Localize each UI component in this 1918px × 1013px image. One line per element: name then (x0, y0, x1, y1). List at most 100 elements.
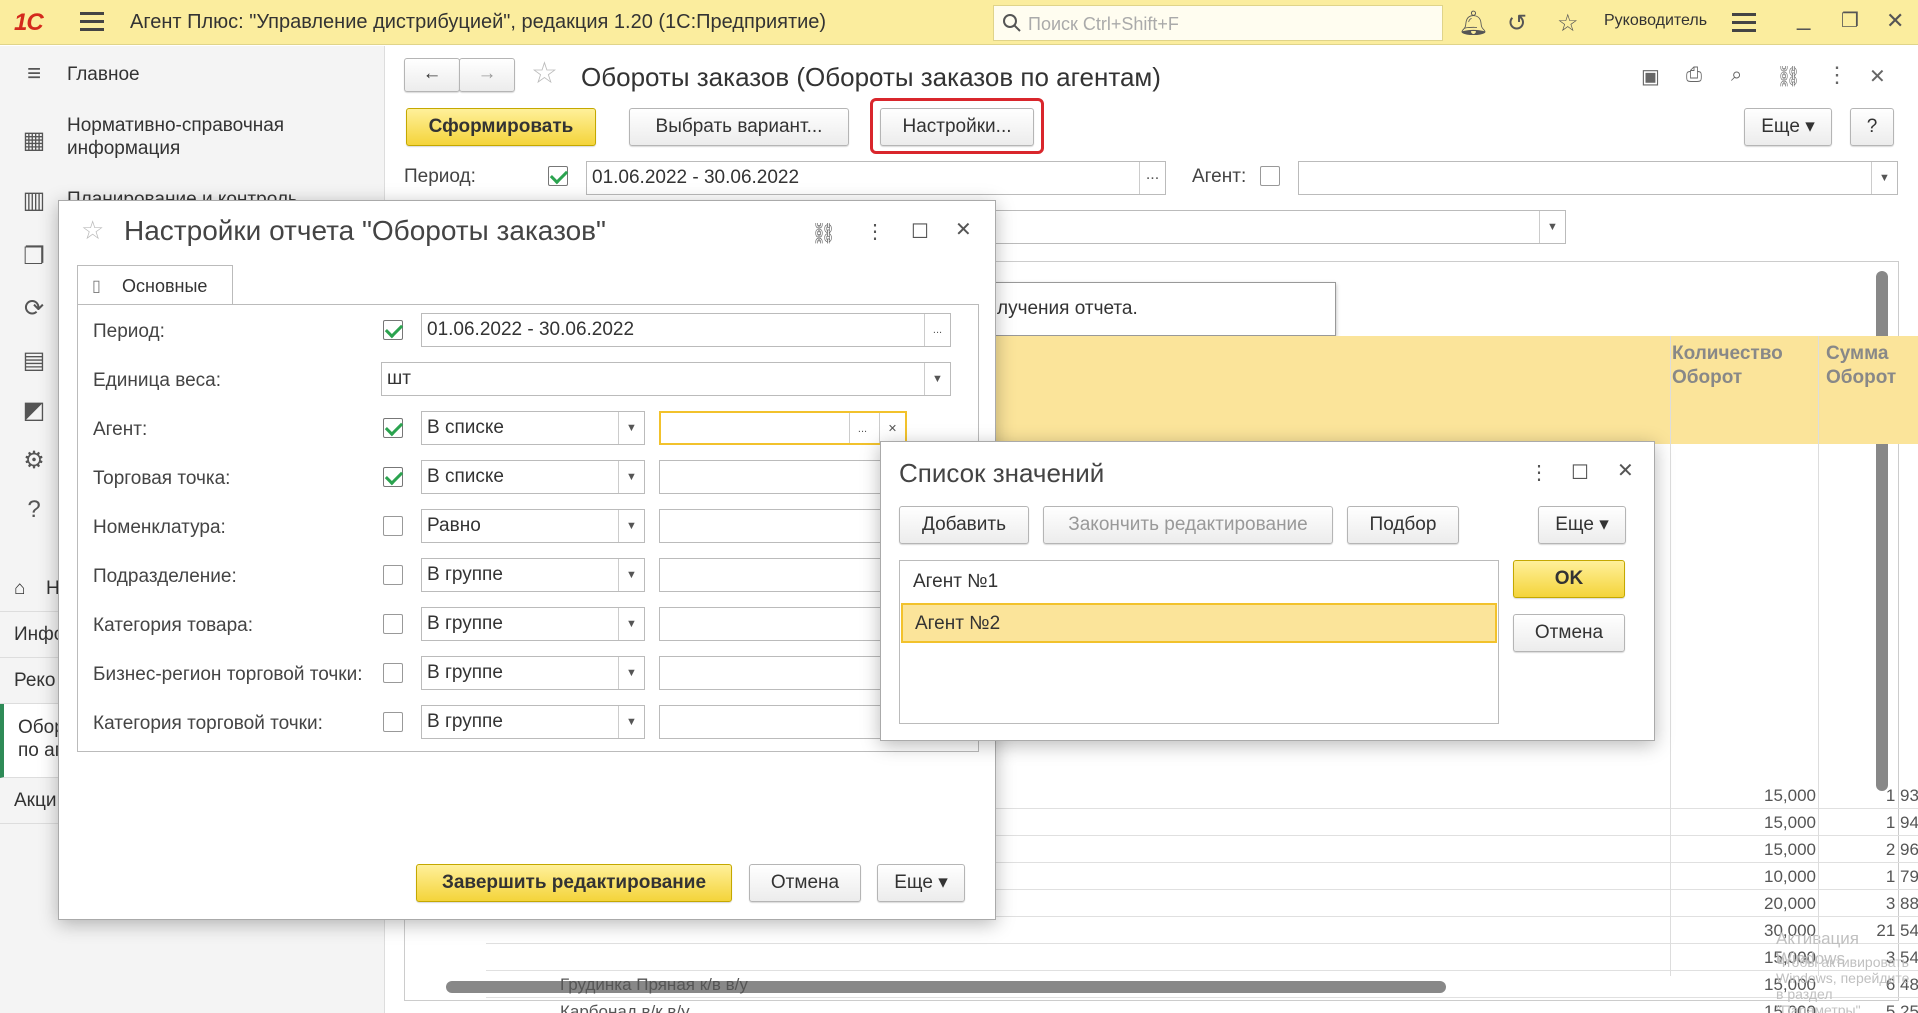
agent-checkbox[interactable] (1260, 166, 1280, 186)
dialog-star-icon[interactable]: ☆ (81, 215, 104, 246)
generate-button[interactable]: Сформировать (406, 108, 596, 146)
bell-icon[interactable]: 🔔︎ (1458, 9, 1488, 38)
period-field[interactable]: 01.06.2022 - 30.06.2022... (421, 313, 951, 347)
add-button[interactable]: Добавить (899, 506, 1029, 544)
list-cancel-button[interactable]: Отмена (1513, 614, 1625, 652)
maximize-icon[interactable]: ☐ (1571, 460, 1589, 485)
condition-select[interactable]: В списке ▼ (421, 411, 645, 445)
values-list[interactable]: Агент №1 Агент №2 (899, 560, 1499, 724)
hamburger-menu-icon[interactable] (80, 12, 104, 32)
setting-checkbox[interactable] (383, 320, 403, 340)
pick-button[interactable]: Подбор (1347, 506, 1459, 544)
setting-checkbox[interactable] (383, 418, 403, 438)
setting-checkbox[interactable] (383, 467, 403, 487)
1c-logo[interactable]: 1С (14, 9, 44, 37)
close-dialog-icon[interactable]: ✕ (1617, 458, 1634, 483)
clear-icon[interactable]: ✕ (879, 413, 905, 443)
star-icon[interactable]: ☆ (1557, 9, 1579, 38)
global-search-input[interactable]: Поиск Ctrl+Shift+F (993, 5, 1443, 41)
period-checkbox[interactable] (548, 166, 568, 186)
table-row[interactable]: 15,0003 540,00 (386, 944, 1918, 971)
link-icon[interactable]: ⛓ (1776, 64, 1801, 89)
dropdown-icon[interactable]: ▼ (618, 461, 644, 493)
dropdown-icon[interactable]: ▼ (618, 706, 644, 738)
table-row[interactable]: Карбонад в/к в/у15,0005 250,00 (386, 998, 1918, 1013)
period-label: Период: (404, 166, 476, 187)
condition-select[interactable]: В группе ▼ (421, 558, 645, 592)
close-dialog-icon[interactable]: ✕ (955, 217, 972, 242)
list-item[interactable]: Агент №1 (901, 563, 1497, 603)
analytics-icon[interactable]: ◩ (20, 396, 48, 424)
settings-button[interactable]: Настройки... (880, 108, 1034, 146)
help-button[interactable]: ? (1850, 108, 1894, 146)
agent-field[interactable]: ▼ (1298, 161, 1898, 195)
gear-icon[interactable]: ⚙ (20, 446, 48, 474)
dropdown-icon[interactable]: ▼ (618, 657, 644, 689)
dropdown-icon[interactable]: ▼ (924, 363, 950, 395)
agent-dropdown-icon[interactable]: ▼ (1871, 162, 1897, 194)
period-select-button[interactable]: ... (1139, 162, 1165, 194)
report-title: Обороты заказов (Обороты заказов по аген… (581, 62, 1161, 92)
more-button[interactable]: Еще ▾ (1744, 108, 1832, 146)
finish-edit-button[interactable]: Закончить редактирование (1043, 506, 1333, 544)
condition-select[interactable]: В группе ▼ (421, 656, 645, 690)
list-more-button[interactable]: Еще ▾ (1538, 506, 1626, 544)
cancel-button[interactable]: Отмена (749, 864, 861, 902)
help-icon[interactable]: ? (20, 496, 48, 524)
minimize-icon[interactable]: _ (1797, 4, 1810, 32)
link-icon[interactable]: ⛓ (811, 221, 836, 246)
exchange-icon[interactable]: ⟳ (20, 294, 48, 322)
setting-checkbox[interactable] (383, 565, 403, 585)
back-button[interactable]: ← (404, 58, 460, 92)
setting-checkbox[interactable] (383, 516, 403, 536)
dropdown-icon[interactable]: ▼ (618, 510, 644, 542)
user-name[interactable]: Руководитель (1604, 12, 1707, 30)
settings-menu-icon[interactable] (1732, 13, 1756, 33)
dropdown-icon[interactable]: ▼ (618, 559, 644, 591)
list-item-selected[interactable]: Агент №2 (901, 603, 1497, 643)
agent-value-field[interactable]: ... ✕ (659, 411, 907, 445)
documents-icon[interactable]: ❐ (20, 242, 48, 270)
maximize-icon[interactable]: ☐ (911, 219, 929, 244)
save-icon[interactable]: ▣ (1641, 64, 1660, 89)
period-select-button[interactable]: ... (924, 314, 950, 346)
preview-icon[interactable]: ⌕ (1731, 64, 1742, 87)
sidebar-item-catalog[interactable]: ▦ Нормативно-справочная информация (0, 114, 385, 164)
variant-dropdown-icon[interactable]: ▼ (1539, 211, 1565, 243)
row-qty: 15,000 (1764, 840, 1816, 859)
choose-variant-button[interactable]: Выбрать вариант... (629, 108, 849, 146)
setting-checkbox[interactable] (383, 614, 403, 634)
period-field[interactable]: 01.06.2022 - 30.06.2022 ... (586, 161, 1166, 195)
sidebar-item-main[interactable]: ≡ Главное (0, 60, 385, 90)
tab-main[interactable]: ▯ Основные (77, 265, 233, 305)
condition-select[interactable]: Равно ▼ (421, 509, 645, 543)
condition-select[interactable]: В списке ▼ (421, 460, 645, 494)
weight-unit-select[interactable]: шт ▼ (381, 362, 951, 396)
forward-button[interactable]: → (459, 58, 515, 92)
setting-checkbox[interactable] (383, 663, 403, 683)
dropdown-icon[interactable]: ▼ (618, 412, 644, 444)
select-values-button[interactable]: ... (849, 413, 875, 443)
close-form-icon[interactable]: ✕ (1869, 64, 1886, 89)
reports-icon[interactable]: ▤ (20, 346, 48, 374)
close-app-icon[interactable]: ✕ (1886, 8, 1904, 34)
more-vert-icon[interactable]: ⋮ (1826, 62, 1848, 88)
ok-button[interactable]: OK (1513, 560, 1625, 598)
finish-editing-button[interactable]: Завершить редактирование (416, 864, 732, 902)
favorite-star-icon[interactable]: ☆ (531, 56, 558, 91)
home-icon: ⌂ (14, 578, 26, 599)
table-row[interactable]: 30,00021 540,00 (386, 917, 1918, 944)
setting-checkbox[interactable] (383, 712, 403, 732)
more-vert-icon[interactable]: ⋮ (1529, 460, 1549, 485)
variant-field[interactable]: ▼ (986, 210, 1566, 244)
history-icon[interactable]: ↺ (1507, 9, 1527, 38)
settings-more-button[interactable]: Еще ▾ (877, 864, 965, 902)
more-vert-icon[interactable]: ⋮ (865, 219, 885, 244)
restore-icon[interactable]: ❐ (1841, 8, 1859, 33)
condition-select[interactable]: В группе ▼ (421, 705, 645, 739)
hint-text: лучения отчета. (997, 298, 1138, 319)
table-row[interactable]: Грудинка Пряная к/в в/у15,0006 480,00 (386, 971, 1918, 998)
print-icon[interactable]: ⎙ (1686, 64, 1702, 87)
dropdown-icon[interactable]: ▼ (618, 608, 644, 640)
condition-select[interactable]: В группе ▼ (421, 607, 645, 641)
